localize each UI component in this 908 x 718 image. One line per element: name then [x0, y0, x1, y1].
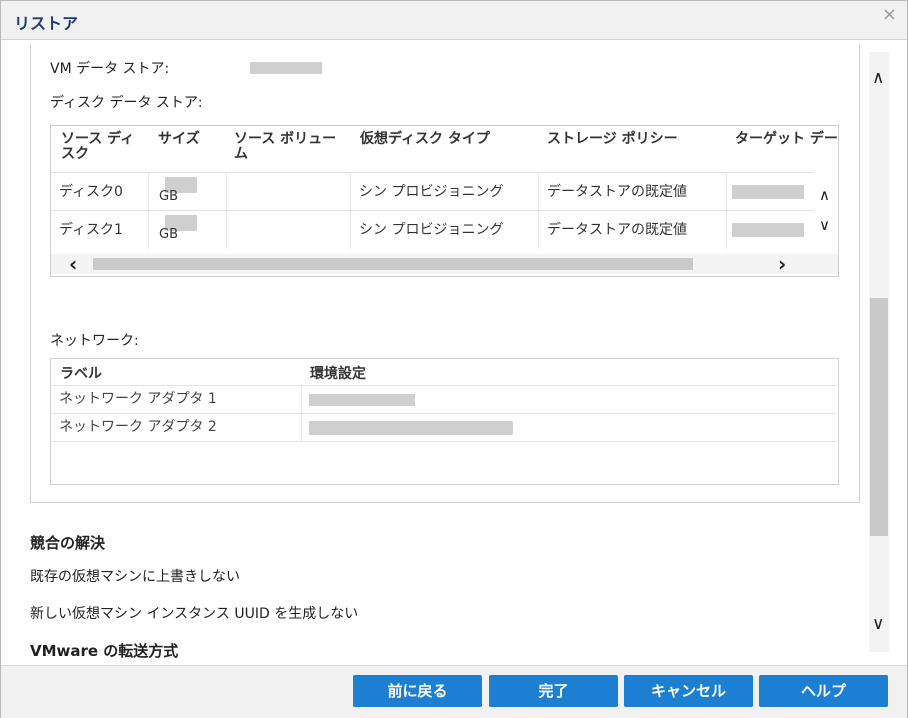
virtual-disk-type: シン プロビジョニング — [351, 173, 539, 211]
scroll-down-icon[interactable]: ∨ — [872, 614, 884, 634]
col-settings: 環境設定 — [310, 366, 366, 382]
target-datastore — [727, 211, 814, 249]
scroll-up-icon[interactable]: ∧ — [819, 186, 830, 204]
back-button[interactable]: 前に戻る — [353, 675, 482, 707]
vm-datastore-value — [250, 62, 322, 74]
table-horizontal-scrollbar[interactable]: ‹ › — [51, 252, 838, 276]
scroll-down-icon[interactable]: ∨ — [819, 216, 830, 234]
col-source-disk: ソース ディ スク — [61, 131, 135, 162]
col-target-datastore: ターゲット デー — [735, 131, 838, 147]
col-virtual-disk-type: 仮想ディスク タイプ — [360, 131, 490, 147]
table-vertical-scrollbar[interactable]: ∧ ∨ — [814, 172, 838, 254]
network-table: ラベル 環境設定 ネットワーク アダプタ 1 ネットワーク アダプタ 2 — [50, 358, 839, 485]
vm-datastore-label: VM データ ストア: — [50, 61, 170, 77]
conflict-option-uuid: 新しい仮想マシン インスタンス UUID を生成しない — [30, 606, 359, 622]
title-bar: リストア × — [1, 1, 907, 40]
network-adapter-label: ネットワーク アダプタ 1 — [52, 386, 302, 413]
virtual-disk-type: シン プロビジョニング — [351, 211, 539, 249]
source-volume — [227, 211, 351, 249]
network-adapter-label: ネットワーク アダプタ 2 — [52, 414, 302, 441]
disk-datastore-table: ソース ディ スク サイズ ソース ボリューム 仮想ディスク タイプ ストレージ … — [50, 125, 839, 277]
col-size: サイズ — [158, 131, 200, 147]
network-label: ネットワーク: — [50, 333, 139, 349]
restore-dialog: リストア × VM データ ストア: ディスク データ ストア: ソース ディス… — [0, 0, 908, 718]
disk-datastore-label: ディスク データ ストア: — [50, 95, 203, 111]
table-row[interactable]: ディスク1 GB シン プロビジョニング データストアの既定値 — [51, 210, 814, 249]
scroll-right-icon[interactable]: › — [778, 252, 786, 276]
network-setting-value — [309, 421, 513, 435]
transfer-method-title: VMware の転送方式 — [30, 642, 179, 660]
summary-panel: VM データ ストア: ディスク データ ストア: ソース ディ スク サイズ ソ… — [30, 44, 860, 503]
finish-button[interactable]: 完了 — [489, 675, 618, 707]
dialog-content: VM データ ストア: ディスク データ ストア: ソース ディ スク サイズ ソ… — [1, 40, 907, 665]
scrollbar-thumb[interactable] — [870, 298, 888, 536]
disk-name: ディスク1 — [51, 211, 149, 249]
dialog-vertical-scrollbar[interactable]: ∧ ∨ — [869, 52, 889, 652]
disk-size: GB — [149, 173, 227, 211]
storage-policy: データストアの既定値 — [539, 173, 727, 211]
help-button[interactable]: ヘルプ — [759, 675, 888, 707]
storage-policy: データストアの既定値 — [539, 211, 727, 249]
disk-name: ディスク0 — [51, 173, 149, 211]
conflict-option-overwrite: 既存の仮想マシンに上書きしない — [30, 569, 240, 585]
table-row[interactable]: ネットワーク アダプタ 2 — [52, 413, 836, 442]
scroll-up-icon[interactable]: ∧ — [872, 68, 884, 88]
scrollbar-thumb[interactable] — [93, 258, 693, 270]
conflict-resolution-title: 競合の解決 — [30, 534, 106, 552]
disk-size: GB — [149, 211, 227, 249]
col-label: ラベル — [60, 366, 102, 382]
scroll-left-icon[interactable]: ‹ — [69, 252, 77, 276]
col-storage-policy: ストレージ ポリシー — [547, 131, 678, 147]
close-icon[interactable]: × — [882, 4, 897, 25]
col-source-volume: ソース ボリューム — [234, 131, 337, 162]
table-row[interactable]: ディスク0 GB シン プロビジョニング データストアの既定値 — [51, 172, 814, 211]
button-bar: 前に戻る 完了 キャンセル ヘルプ — [1, 665, 907, 718]
network-setting-value — [309, 394, 415, 406]
source-volume — [227, 173, 351, 211]
cancel-button[interactable]: キャンセル — [624, 675, 753, 707]
dialog-title: リストア — [14, 14, 79, 33]
table-row[interactable]: ネットワーク アダプタ 1 — [52, 385, 836, 413]
target-datastore — [727, 173, 814, 211]
